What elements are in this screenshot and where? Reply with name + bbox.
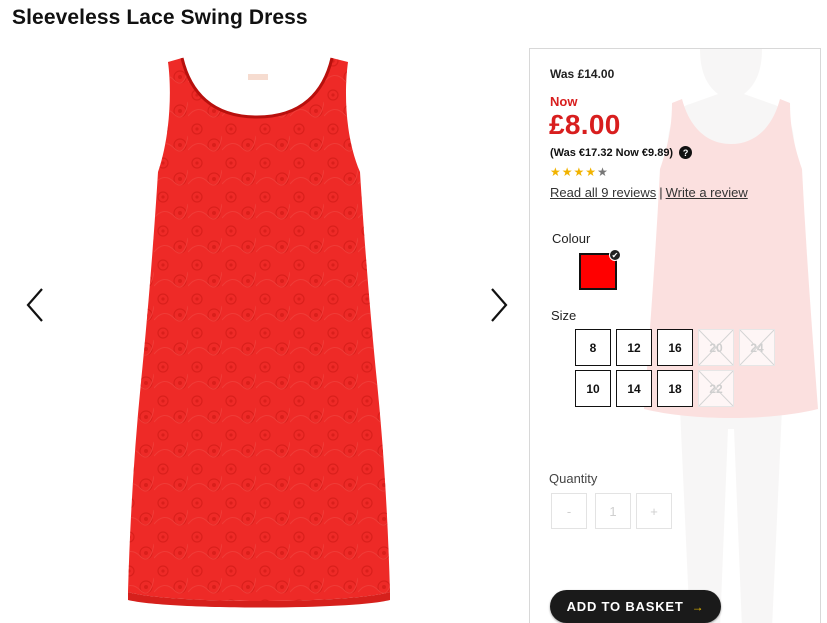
star-filled-icon: ★ — [585, 165, 597, 179]
size-option-14[interactable]: 14 — [616, 370, 652, 407]
current-price: £8.00 — [549, 109, 621, 140]
quantity-minus-button[interactable]: - — [551, 493, 587, 529]
size-option-label: 8 — [589, 340, 597, 355]
add-to-basket-label: ADD TO BASKET — [566, 599, 684, 614]
size-option-20: 20 — [698, 329, 734, 366]
euro-price: (Was €17.32 Now €9.89) ? — [550, 146, 693, 159]
size-option-label: 18 — [668, 381, 682, 396]
product-title: Sleeveless Lace Swing Dress — [12, 6, 308, 29]
check-icon: ✔ — [609, 249, 621, 261]
star-empty-icon: ★ — [597, 165, 608, 179]
add-to-basket-button[interactable]: ADD TO BASKET → — [550, 590, 721, 623]
size-option-10[interactable]: 10 — [575, 370, 611, 407]
star-filled-icon: ★ — [573, 165, 585, 179]
size-option-24: 24 — [739, 329, 775, 366]
size-option-12[interactable]: 12 — [616, 329, 652, 366]
now-label: Now — [550, 94, 578, 109]
size-option-16[interactable]: 16 — [657, 329, 693, 366]
colour-swatch-red[interactable]: ✔ — [579, 249, 621, 290]
size-option-label: 12 — [627, 340, 641, 355]
product-image — [128, 57, 390, 608]
size-option-8[interactable]: 8 — [575, 329, 611, 366]
colour-label: Colour — [552, 231, 591, 246]
chevron-right-icon — [491, 288, 508, 322]
euro-price-text: (Was €17.32 Now €9.89) — [550, 146, 674, 159]
read-reviews-link[interactable]: Read all 9 reviews — [550, 185, 656, 200]
size-option-label: 24 — [750, 340, 764, 355]
quantity-input[interactable]: 1 — [595, 493, 631, 529]
chevron-left-icon — [26, 288, 43, 322]
review-separator: | — [659, 185, 663, 200]
purchase-panel: Was £14.00 Now £8.00 (Was €17.32 Now €9.… — [529, 48, 821, 623]
review-links: Read all 9 reviews | Write a review — [550, 185, 748, 200]
size-option-label: 10 — [586, 381, 600, 396]
size-option-22: 22 — [698, 370, 734, 407]
previous-image-button[interactable] — [20, 285, 50, 325]
star-filled-icon: ★ — [550, 165, 561, 179]
size-option-label: 22 — [709, 381, 723, 396]
quantity-plus-button[interactable]: + — [636, 493, 672, 529]
size-option-label: 16 — [668, 340, 682, 355]
next-image-button[interactable] — [484, 285, 514, 325]
product-gallery — [0, 40, 530, 623]
quantity-label: Quantity — [549, 471, 598, 486]
write-review-link[interactable]: Write a review — [666, 185, 748, 200]
rating-stars: ★ ★ ★ ★ ★ — [550, 166, 608, 178]
size-option-label: 14 — [627, 381, 641, 396]
arrow-right-icon: → — [691, 599, 705, 614]
size-option-18[interactable]: 18 — [657, 370, 693, 407]
question-circle-icon[interactable]: ? — [679, 146, 693, 159]
size-option-label: 20 — [709, 340, 723, 355]
size-label: Size — [551, 308, 577, 323]
star-filled-icon: ★ — [561, 165, 573, 179]
was-price: Was £14.00 — [550, 67, 615, 81]
